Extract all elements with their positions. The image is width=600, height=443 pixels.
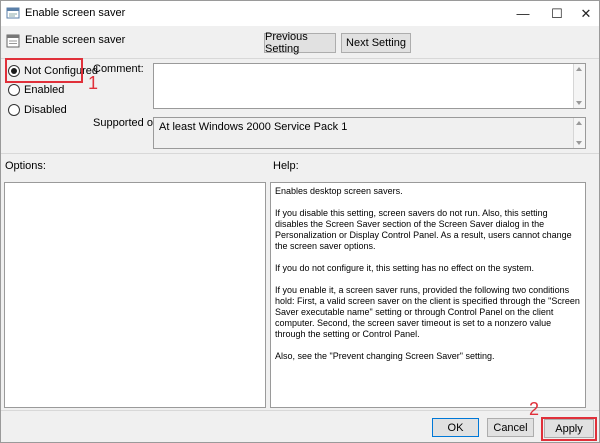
help-paragraph: If you enable it, a screen saver runs, p… [275, 285, 580, 339]
comment-scrollbar[interactable] [573, 64, 585, 108]
section-divider [1, 153, 599, 154]
header-divider [1, 58, 599, 59]
ok-button[interactable]: OK [432, 418, 479, 437]
supported-on-field: At least Windows 2000 Service Pack 1 [153, 117, 586, 149]
comment-label: Comment: [93, 63, 144, 75]
title-bar: Enable screen saver — ☐ ✕ [1, 1, 599, 26]
comment-input[interactable] [153, 63, 586, 109]
close-button[interactable]: ✕ [566, 1, 600, 26]
apply-button[interactable]: Apply [544, 419, 594, 438]
radio-empty-icon [8, 104, 20, 116]
help-paragraph: Enables desktop screen savers. [275, 186, 403, 196]
footer-divider [1, 410, 599, 411]
radio-label: Enabled [24, 84, 65, 96]
help-paragraph: If you disable this setting, screen save… [275, 208, 572, 251]
help-panel: Enables desktop screen savers. If you di… [270, 182, 586, 408]
radio-empty-icon [8, 84, 20, 96]
supported-on-value: At least Windows 2000 Service Pack 1 [159, 121, 348, 133]
radio-label: Disabled [24, 104, 67, 116]
supported-on-label: Supported on: [93, 117, 163, 129]
help-paragraph: Also, see the "Prevent changing Screen S… [275, 351, 495, 361]
radio-enabled[interactable]: Enabled [8, 84, 64, 96]
radio-disabled[interactable]: Disabled [8, 104, 67, 116]
window-title: Enable screen saver [25, 7, 126, 19]
policy-icon [6, 7, 20, 19]
annotation-number-2: 2 [529, 399, 540, 419]
setting-title: Enable screen saver [25, 34, 126, 46]
help-paragraph: If you do not configure it, this setting… [275, 263, 534, 273]
help-label: Help: [273, 160, 299, 172]
dialog-window: Enable screen saver — ☐ ✕ Enable screen … [0, 0, 600, 443]
annotation-number-1: 1 [88, 73, 99, 93]
annotation-box-1 [5, 58, 83, 83]
options-label: Options: [5, 160, 46, 172]
cancel-button[interactable]: Cancel [487, 418, 534, 437]
previous-setting-button[interactable]: Previous Setting [264, 31, 336, 55]
supported-scrollbar[interactable] [573, 118, 585, 148]
setting-icon [6, 34, 20, 48]
next-setting-button[interactable]: Next Setting [341, 33, 411, 53]
options-panel [4, 182, 266, 408]
